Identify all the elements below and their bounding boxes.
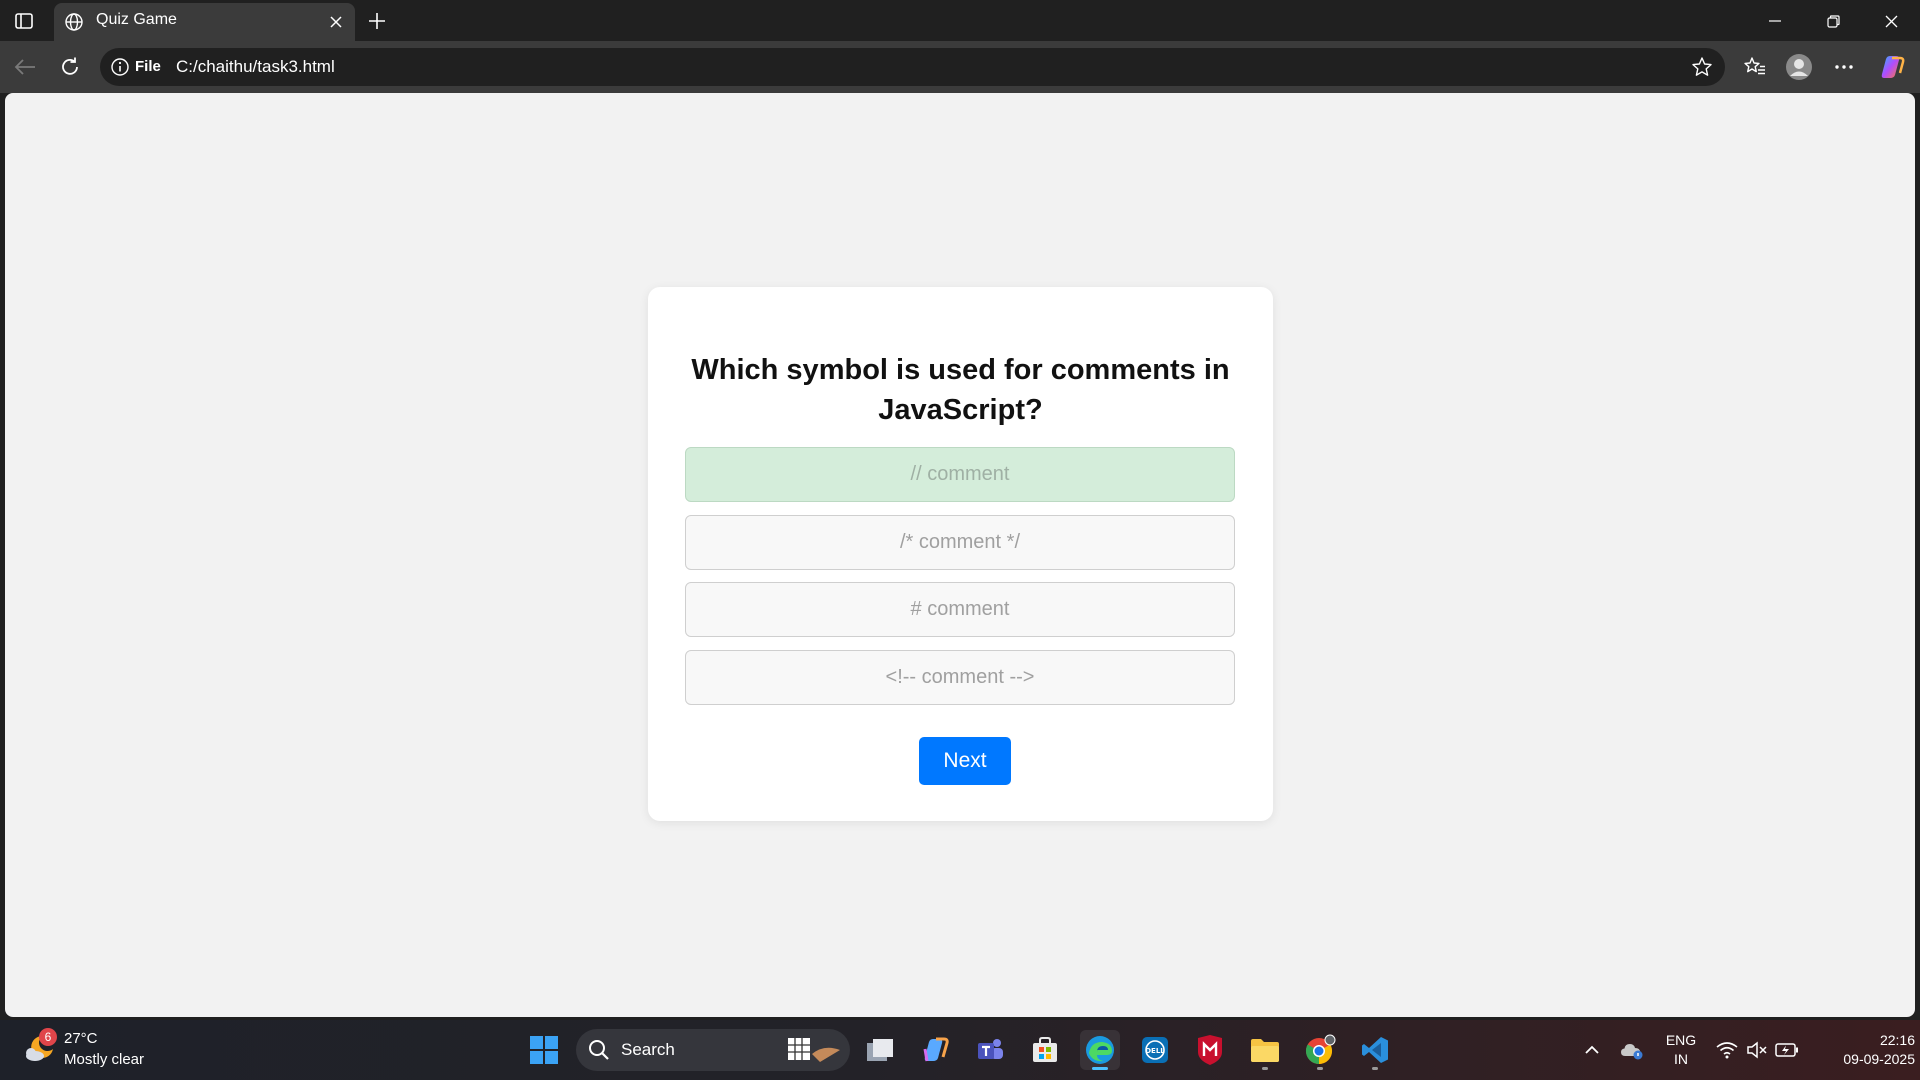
battery-charging-icon[interactable]: [1775, 1038, 1799, 1062]
edge-browser-icon[interactable]: [1080, 1030, 1120, 1070]
profile-avatar-icon[interactable]: [1785, 53, 1813, 81]
taskbar-search-box[interactable]: Search: [576, 1029, 850, 1071]
chevron-up-icon[interactable]: [1580, 1038, 1604, 1062]
address-bar[interactable]: File C:/chaithu/task3.html: [100, 48, 1725, 86]
running-indicator: [1317, 1067, 1323, 1070]
close-tab-icon[interactable]: [325, 11, 347, 33]
search-label: Search: [621, 1040, 675, 1059]
option-2[interactable]: /* comment */: [685, 515, 1235, 570]
weather-temperature: 27°C: [64, 1030, 98, 1047]
tab-title: Quiz Game: [96, 11, 177, 28]
option-4[interactable]: <!-- comment -->: [685, 650, 1235, 705]
vscode-icon[interactable]: [1355, 1030, 1395, 1070]
running-indicator: [1372, 1067, 1378, 1070]
wifi-icon[interactable]: [1715, 1038, 1739, 1062]
file-explorer-icon[interactable]: [1245, 1030, 1285, 1070]
chrome-icon[interactable]: [1300, 1030, 1340, 1070]
back-arrow-icon[interactable]: [11, 53, 39, 81]
browser-toolbar: File C:/chaithu/task3.html: [0, 41, 1920, 93]
url-text[interactable]: C:/chaithu/task3.html: [176, 57, 335, 77]
onedrive-icon[interactable]: [1620, 1038, 1644, 1062]
weather-alert-badge: 6: [39, 1028, 57, 1046]
language-indicator[interactable]: ENG: [1662, 1032, 1700, 1048]
volume-muted-icon[interactable]: [1745, 1038, 1769, 1062]
page-viewport: Which symbol is used for comments in Jav…: [5, 93, 1915, 1017]
refresh-icon[interactable]: [56, 53, 84, 81]
search-icon: [588, 1039, 610, 1061]
scheme-label: File: [135, 58, 161, 75]
microsoft-store-icon[interactable]: [1025, 1030, 1065, 1070]
browser-title-bar: Quiz Game: [0, 0, 1920, 41]
minimize-icon[interactable]: [1752, 6, 1798, 36]
more-options-icon[interactable]: [1830, 53, 1858, 81]
clock-time[interactable]: 22:16: [1845, 1032, 1915, 1048]
option-3[interactable]: # comment: [685, 582, 1235, 637]
next-button[interactable]: Next: [919, 737, 1011, 785]
dell-icon[interactable]: DELL: [1135, 1030, 1175, 1070]
quiz-card: Which symbol is used for comments in Jav…: [648, 287, 1273, 821]
teams-icon[interactable]: [970, 1030, 1010, 1070]
weather-condition: Mostly clear: [64, 1051, 145, 1068]
windows-taskbar: 6 27°C Mostly clear Search DELL ENG IN 2…: [0, 1020, 1920, 1080]
restore-icon[interactable]: [1810, 6, 1856, 36]
close-window-icon[interactable]: [1868, 6, 1914, 36]
copilot-app-icon[interactable]: [915, 1030, 955, 1070]
language-region: IN: [1674, 1051, 1688, 1067]
tab-quiz-game[interactable]: Quiz Game: [54, 3, 355, 41]
mcafee-icon[interactable]: [1190, 1030, 1230, 1070]
option-1-correct[interactable]: // comment: [685, 447, 1235, 502]
svg-text:DELL: DELL: [1145, 1047, 1165, 1055]
search-highlight-icon: [786, 1034, 844, 1066]
info-icon[interactable]: [110, 57, 130, 77]
sidebar-toggle-icon[interactable]: [12, 9, 36, 33]
active-app-indicator: [1092, 1067, 1108, 1070]
new-tab-icon[interactable]: [364, 8, 390, 34]
copilot-icon[interactable]: [1878, 53, 1906, 81]
favorites-icon[interactable]: [1741, 53, 1769, 81]
question-text: Which symbol is used for comments in Jav…: [691, 354, 1230, 426]
globe-icon: [64, 12, 84, 32]
windows-start-icon[interactable]: [524, 1030, 564, 1070]
favorite-star-icon[interactable]: [1691, 56, 1713, 78]
task-view-icon[interactable]: [860, 1030, 900, 1070]
clock-date[interactable]: 09-09-2025: [1815, 1051, 1915, 1067]
running-indicator: [1262, 1067, 1268, 1070]
